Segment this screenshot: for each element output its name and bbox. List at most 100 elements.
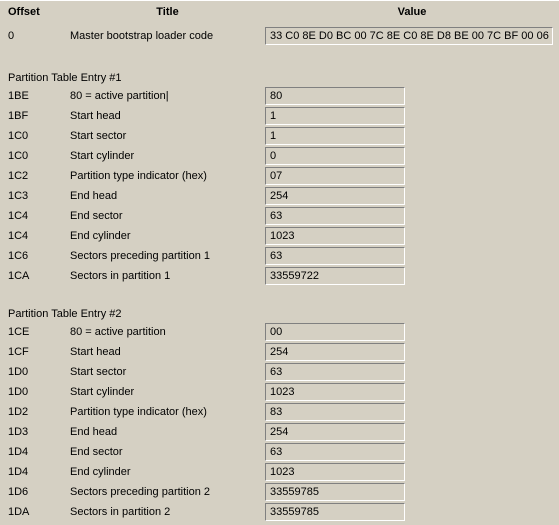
- offset-cell: 1D3: [0, 426, 70, 438]
- value-cell: 00: [265, 323, 559, 341]
- value-field[interactable]: 1023: [265, 463, 405, 481]
- value-field[interactable]: 63: [265, 247, 405, 265]
- table-row: 1DASectors in partition 233559785: [0, 502, 559, 522]
- table-row: 1C0Start sector1: [0, 126, 559, 146]
- title-cell: Partition type indicator (hex): [70, 406, 265, 418]
- value-field[interactable]: 0: [265, 147, 405, 165]
- title-cell: End head: [70, 190, 265, 202]
- value-cell: 254: [265, 423, 559, 441]
- offset-cell: 1BE: [0, 90, 70, 102]
- offset-cell: 1C2: [0, 170, 70, 182]
- title-cell: End sector: [70, 210, 265, 222]
- offset-cell: 1D0: [0, 366, 70, 378]
- value-field[interactable]: 63: [265, 363, 405, 381]
- offset-cell: 1BF: [0, 110, 70, 122]
- value-cell: 83: [265, 403, 559, 421]
- offset-cell: 1C4: [0, 230, 70, 242]
- value-cell: 80: [265, 87, 559, 105]
- value-cell: 33559785: [265, 503, 559, 521]
- table-row: 1D0Start cylinder1023: [0, 382, 559, 402]
- value-field[interactable]: 1023: [265, 227, 405, 245]
- table-row: 1D3End head254: [0, 422, 559, 442]
- table-row: 1BFStart head1: [0, 106, 559, 126]
- value-cell: 33559722: [265, 267, 559, 285]
- offset-cell: 1CA: [0, 270, 70, 282]
- value-cell: 1023: [265, 227, 559, 245]
- value-cell: 33 C0 8E D0 BC 00 7C 8E C0 8E D8 BE 00 7…: [265, 27, 559, 45]
- header-title: Title: [70, 6, 265, 18]
- title-cell: Start head: [70, 346, 265, 358]
- value-field[interactable]: 33 C0 8E D0 BC 00 7C 8E C0 8E D8 BE 00 7…: [265, 27, 553, 45]
- title-cell: End sector: [70, 446, 265, 458]
- header-offset: Offset: [0, 6, 70, 18]
- header-value: Value: [265, 6, 559, 18]
- table-row: 1C6Sectors preceding partition 163: [0, 246, 559, 266]
- title-cell: End cylinder: [70, 230, 265, 242]
- offset-cell: 1D4: [0, 446, 70, 458]
- table-row: 1CE80 = active partition00: [0, 322, 559, 342]
- section-label: Partition Table Entry #1: [0, 72, 122, 84]
- table-row: 0 Master bootstrap loader code 33 C0 8E …: [0, 22, 559, 50]
- value-field[interactable]: 00: [265, 323, 405, 341]
- value-field[interactable]: 33559785: [265, 503, 405, 521]
- value-cell: 63: [265, 443, 559, 461]
- value-cell: 254: [265, 343, 559, 361]
- table-row: 1CASectors in partition 133559722: [0, 266, 559, 286]
- value-cell: 63: [265, 363, 559, 381]
- value-field[interactable]: 63: [265, 443, 405, 461]
- table-row: 1C2Partition type indicator (hex)07: [0, 166, 559, 186]
- table-row: 1D4End cylinder1023: [0, 462, 559, 482]
- value-cell: 07: [265, 167, 559, 185]
- offset-cell: 1D2: [0, 406, 70, 418]
- title-cell: Start cylinder: [70, 150, 265, 162]
- offset-cell: 1CE: [0, 326, 70, 338]
- table-row: 1D0Start sector63: [0, 362, 559, 382]
- value-field[interactable]: 07: [265, 167, 405, 185]
- offset-cell: 1C4: [0, 210, 70, 222]
- title-cell: Partition type indicator (hex): [70, 170, 265, 182]
- value-field[interactable]: 254: [265, 343, 405, 361]
- table-row: 1C4End cylinder1023: [0, 226, 559, 246]
- offset-cell: 1DA: [0, 506, 70, 518]
- table-row: 1BE80 = active partition|80: [0, 86, 559, 106]
- table-row: 1D4End sector63: [0, 442, 559, 462]
- offset-cell: 1D0: [0, 386, 70, 398]
- title-cell: Sectors in partition 2: [70, 506, 265, 518]
- value-cell: 63: [265, 247, 559, 265]
- offset-cell: 1D4: [0, 466, 70, 478]
- value-field[interactable]: 33559722: [265, 267, 405, 285]
- title-cell: 80 = active partition|: [70, 90, 265, 102]
- value-cell: 1023: [265, 463, 559, 481]
- title-cell: Sectors preceding partition 2: [70, 486, 265, 498]
- table-row: 1C0Start cylinder0: [0, 146, 559, 166]
- table-row: 1C4End sector63: [0, 206, 559, 226]
- section-header: Partition Table Entry #1: [0, 50, 559, 86]
- value-field[interactable]: 254: [265, 187, 405, 205]
- title-cell: 80 = active partition: [70, 326, 265, 338]
- title-cell: Sectors preceding partition 1: [70, 250, 265, 262]
- value-field[interactable]: 83: [265, 403, 405, 421]
- value-field[interactable]: 254: [265, 423, 405, 441]
- value-cell: 254: [265, 187, 559, 205]
- title-cell: Sectors in partition 1: [70, 270, 265, 282]
- offset-cell: 1C0: [0, 150, 70, 162]
- table-row: 1C3End head254: [0, 186, 559, 206]
- value-field[interactable]: 33559785: [265, 483, 405, 501]
- value-cell: 0: [265, 147, 559, 165]
- value-field[interactable]: 63: [265, 207, 405, 225]
- title-cell: Master bootstrap loader code: [70, 30, 265, 42]
- column-header-row: Offset Title Value: [0, 0, 559, 22]
- offset-cell: 1C6: [0, 250, 70, 262]
- offset-cell: 1CF: [0, 346, 70, 358]
- value-cell: 33559785: [265, 483, 559, 501]
- section-label: Partition Table Entry #2: [0, 308, 122, 320]
- section-header: Partition Table Entry #2: [0, 286, 559, 322]
- table-row: 1D2Partition type indicator (hex)83: [0, 402, 559, 422]
- value-cell: 63: [265, 207, 559, 225]
- value-field[interactable]: 1: [265, 127, 405, 145]
- value-field[interactable]: 1: [265, 107, 405, 125]
- value-field[interactable]: 1023: [265, 383, 405, 401]
- value-cell: 1: [265, 107, 559, 125]
- title-cell: End head: [70, 426, 265, 438]
- value-field[interactable]: 80: [265, 87, 405, 105]
